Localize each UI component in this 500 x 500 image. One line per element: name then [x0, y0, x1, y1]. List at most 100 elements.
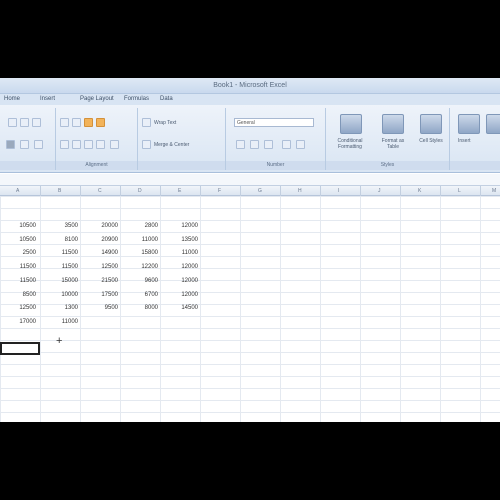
tab-formulas[interactable]: Formulas	[124, 96, 149, 102]
data-cell[interactable]: 12000	[162, 289, 198, 301]
paste-icon[interactable]	[6, 140, 15, 149]
data-cell[interactable]: 8500	[0, 289, 36, 301]
data-cell[interactable]: 12000	[162, 275, 198, 287]
data-cell[interactable]: 12200	[122, 261, 158, 273]
fill-color-icon[interactable]	[20, 140, 29, 149]
data-cell[interactable]: 10500	[0, 234, 36, 246]
name-box[interactable]	[1, 175, 2, 185]
data-cell[interactable]: 1300	[42, 302, 78, 314]
data-cell[interactable]: 11500	[42, 261, 78, 273]
align-middle-icon[interactable]	[72, 118, 81, 127]
data-cell[interactable]: 20900	[82, 234, 118, 246]
data-cell[interactable]: 12000	[162, 220, 198, 232]
delete-cells-icon[interactable]	[486, 114, 500, 134]
column-header-c[interactable]: C	[98, 186, 102, 196]
data-cell[interactable]: 12500	[82, 261, 118, 273]
data-cell[interactable]: 6700	[122, 289, 158, 301]
align-top-icon[interactable]	[60, 118, 69, 127]
data-cell[interactable]: 2500	[0, 247, 36, 259]
conditional-formatting-button[interactable]: Conditional Formatting	[330, 138, 370, 150]
column-header-m[interactable]: M	[492, 186, 496, 196]
column-header-d[interactable]: D	[138, 186, 142, 196]
indent-icon[interactable]	[96, 140, 105, 149]
data-cell[interactable]: 11000	[122, 234, 158, 246]
data-cell[interactable]: 8000	[122, 302, 158, 314]
data-cell[interactable]: 11000	[162, 247, 198, 259]
align-right-icon[interactable]	[84, 140, 93, 149]
tab-page-layout[interactable]: Page Layout	[80, 96, 114, 102]
data-cell[interactable]: 15800	[122, 247, 158, 259]
data-cell[interactable]: 11000	[42, 316, 78, 328]
align-left-icon[interactable]	[60, 140, 69, 149]
increase-decimal-icon[interactable]	[282, 140, 291, 149]
column-header-a[interactable]: A	[16, 186, 19, 196]
number-group: General Number	[226, 108, 326, 170]
cells-group: Insert	[450, 108, 500, 170]
column-header-b[interactable]: B	[58, 186, 61, 196]
data-cell[interactable]: 17500	[82, 289, 118, 301]
orientation-icon[interactable]	[84, 118, 93, 127]
data-cell[interactable]: 10000	[42, 289, 78, 301]
merge-center-button[interactable]: Merge & Center	[154, 142, 189, 148]
data-cell[interactable]: 11500	[0, 275, 36, 287]
data-cell[interactable]: 11500	[0, 261, 36, 273]
data-cell[interactable]: 13500	[162, 234, 198, 246]
column-header-h[interactable]: H	[298, 186, 302, 196]
format-as-table-icon[interactable]	[382, 114, 404, 134]
column-header-j[interactable]: J	[378, 186, 381, 196]
wrap-text-icon[interactable]	[142, 118, 151, 127]
tab-home[interactable]: Home	[4, 96, 20, 102]
outdent-icon[interactable]	[110, 140, 119, 149]
insert-cells-icon[interactable]	[458, 114, 480, 134]
data-cell[interactable]: 8100	[42, 234, 78, 246]
column-header-g[interactable]: G	[258, 186, 262, 196]
data-cell[interactable]: 15000	[42, 275, 78, 287]
column-headers: A B C D E F G H I J K L M	[0, 186, 500, 196]
data-cell[interactable]: 10500	[0, 220, 36, 232]
data-cell[interactable]: 14500	[162, 302, 198, 314]
insert-cells-button[interactable]: Insert	[458, 138, 471, 144]
merge-center-icon[interactable]	[142, 140, 151, 149]
selected-cell[interactable]	[0, 342, 40, 355]
window-title: Book1 - Microsoft Excel	[213, 82, 287, 89]
wrap-text-button[interactable]: Wrap Text	[154, 120, 176, 126]
underline-icon[interactable]	[32, 118, 41, 127]
font-color-icon[interactable]	[34, 140, 43, 149]
italic-icon[interactable]	[20, 118, 29, 127]
sheet-grid[interactable]: 10500 3500 20000 2800 12000 10500 8100 20900 110…	[0, 196, 500, 422]
cell-styles-button[interactable]: Cell Styles	[416, 138, 446, 144]
comma-icon[interactable]	[264, 140, 273, 149]
bold-icon[interactable]	[8, 118, 17, 127]
data-cell[interactable]: 2800	[122, 220, 158, 232]
data-cell[interactable]: 17000	[0, 316, 36, 328]
format-as-table-button[interactable]: Format as Table	[376, 138, 410, 150]
data-cell[interactable]: 12500	[0, 302, 36, 314]
ribbon: Alignment Wrap Text Merge & Center Gener…	[0, 105, 500, 173]
align-bottom-icon[interactable]	[96, 118, 105, 127]
column-header-f[interactable]: F	[218, 186, 221, 196]
tab-data[interactable]: Data	[160, 96, 173, 102]
excel-window: Book1 - Microsoft Excel Home Insert Page…	[0, 78, 500, 422]
column-header-e[interactable]: E	[178, 186, 181, 196]
column-header-k[interactable]: K	[418, 186, 421, 196]
cell-styles-icon[interactable]	[420, 114, 442, 134]
decrease-decimal-icon[interactable]	[296, 140, 305, 149]
data-cell[interactable]: 9500	[82, 302, 118, 314]
percent-icon[interactable]	[250, 140, 259, 149]
data-cell[interactable]: 21500	[82, 275, 118, 287]
styles-group: Conditional Formatting Format as Table C…	[326, 108, 450, 170]
column-header-l[interactable]: L	[458, 186, 461, 196]
data-cell[interactable]: 11500	[42, 247, 78, 259]
align-center-icon[interactable]	[72, 140, 81, 149]
data-cell[interactable]: 20000	[82, 220, 118, 232]
data-cell[interactable]: 9600	[122, 275, 158, 287]
data-cell[interactable]: 3500	[42, 220, 78, 232]
currency-icon[interactable]	[236, 140, 245, 149]
tab-insert[interactable]: Insert	[40, 96, 55, 102]
conditional-formatting-icon[interactable]	[340, 114, 362, 134]
data-cell[interactable]: 14900	[82, 247, 118, 259]
number-format-select[interactable]: General	[234, 118, 314, 127]
column-header-i[interactable]: I	[338, 186, 339, 196]
wrap-merge-group: Wrap Text Merge & Center	[138, 108, 226, 170]
data-cell[interactable]: 12000	[162, 261, 198, 273]
